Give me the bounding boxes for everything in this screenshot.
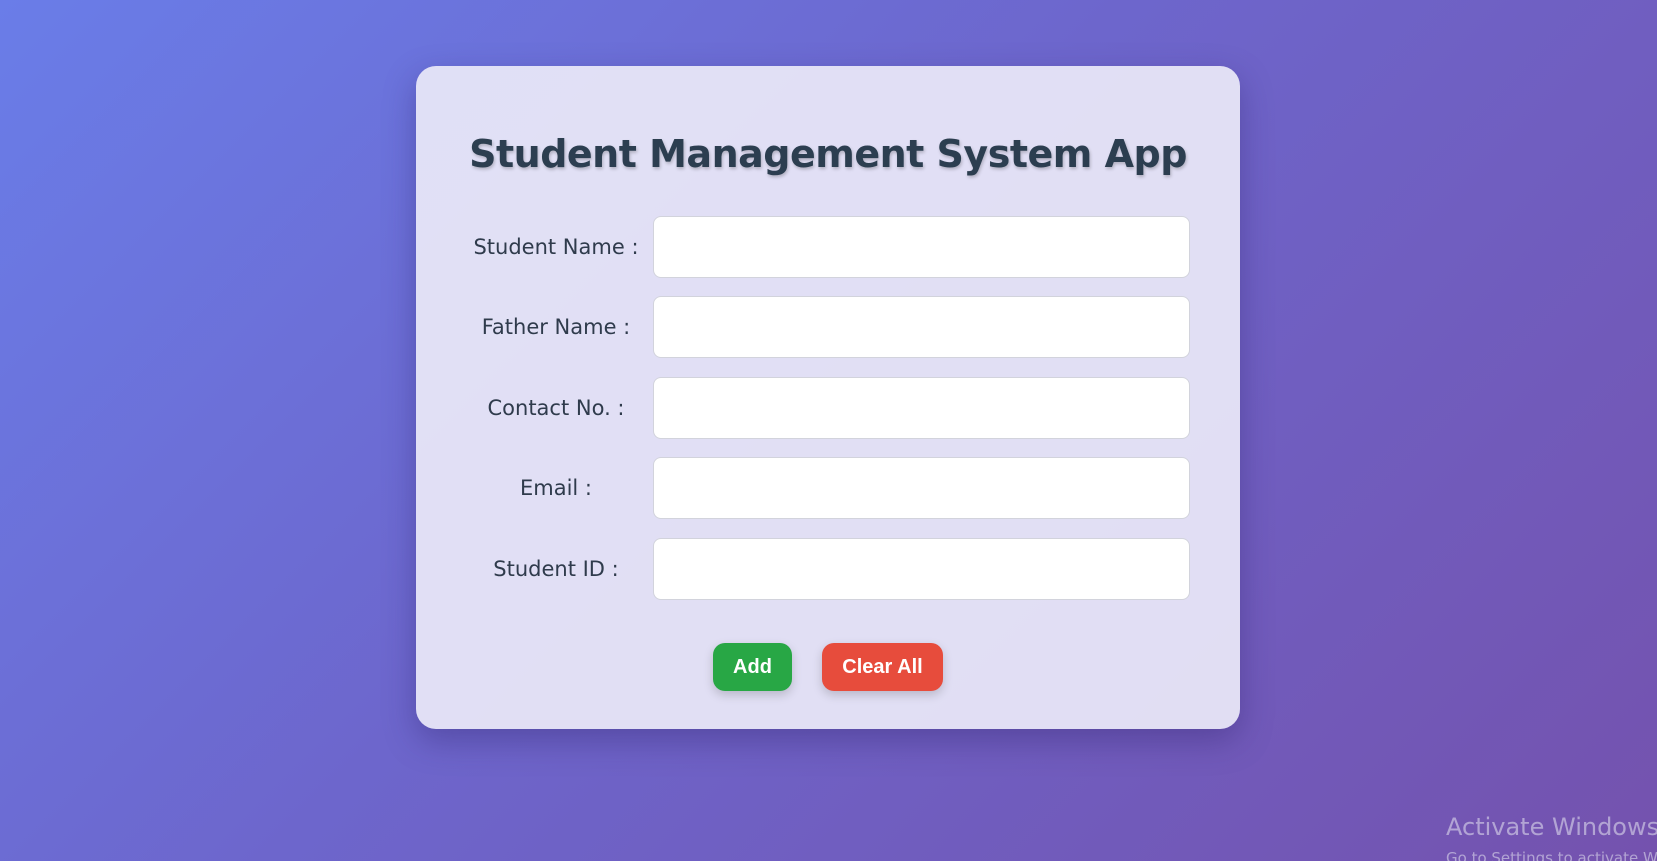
- student-id-input[interactable]: [653, 538, 1190, 600]
- email-label: Email :: [519, 476, 592, 500]
- form-row-student-id: Student ID :: [416, 538, 1240, 600]
- form-row-student-name: Student Name :: [416, 216, 1240, 278]
- email-input[interactable]: [653, 457, 1190, 519]
- form-row-contact-no: Contact No. :: [416, 377, 1240, 439]
- father-name-label: Father Name :: [481, 315, 631, 339]
- clear-all-button[interactable]: Clear All: [822, 643, 943, 691]
- contact-no-input[interactable]: [653, 377, 1190, 439]
- student-form-card: Student Management System App Student Na…: [416, 66, 1240, 729]
- father-name-input[interactable]: [653, 296, 1190, 358]
- watermark-subtitle: Go to Settings to activate Windows.: [1446, 849, 1657, 861]
- add-button[interactable]: Add: [713, 643, 792, 691]
- watermark-title: Activate Windows: [1446, 813, 1657, 841]
- student-name-input[interactable]: [653, 216, 1190, 278]
- form-row-father-name: Father Name :: [416, 296, 1240, 358]
- form-row-email: Email :: [416, 457, 1240, 519]
- student-name-label: Student Name :: [473, 235, 639, 259]
- page-title: Student Management System App: [469, 132, 1187, 176]
- contact-no-label: Contact No. :: [487, 396, 625, 420]
- student-id-label: Student ID :: [493, 557, 619, 581]
- activate-windows-watermark: Activate Windows Go to Settings to activ…: [1446, 813, 1657, 861]
